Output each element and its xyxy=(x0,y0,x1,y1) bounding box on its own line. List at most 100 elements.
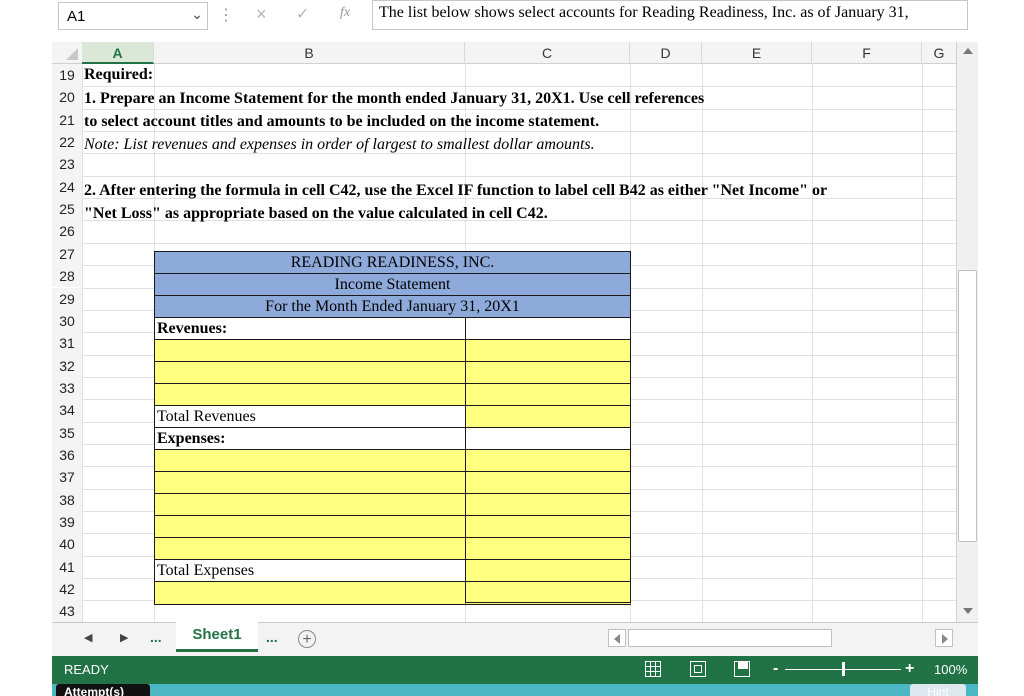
expense-amount-input[interactable] xyxy=(465,449,631,472)
expense-account-input[interactable] xyxy=(154,515,466,538)
total-revenues-input[interactable] xyxy=(465,405,631,428)
attempts-button[interactable]: Attempt(s) xyxy=(56,684,150,696)
revenue-account-input[interactable] xyxy=(154,383,466,406)
row-header[interactable]: 26 xyxy=(52,220,82,243)
expense-account-input[interactable] xyxy=(154,537,466,560)
row-header[interactable]: 32 xyxy=(52,354,82,377)
statement-period[interactable]: For the Month Ended January 31, 20X1 xyxy=(154,295,631,318)
row-header[interactable]: 34 xyxy=(52,399,82,422)
expense-account-input[interactable] xyxy=(154,493,466,516)
vertical-scroll-thumb[interactable] xyxy=(958,270,977,542)
scroll-up-icon[interactable] xyxy=(963,48,973,54)
row-header[interactable]: 40 xyxy=(52,533,82,556)
note-line: Note: List revenues and expenses in orde… xyxy=(84,136,595,153)
cancel-icon[interactable]: × xyxy=(256,4,267,25)
row-header[interactable]: 23 xyxy=(52,153,82,176)
hscroll-left-icon[interactable] xyxy=(608,629,626,647)
more-sheets-right[interactable]: ... xyxy=(266,629,278,645)
more-sheets-left[interactable]: ... xyxy=(150,629,162,645)
net-income-amount-input[interactable] xyxy=(465,581,631,605)
revenues-header-amount-cell[interactable] xyxy=(465,317,631,340)
expense-amount-input[interactable] xyxy=(465,515,631,538)
row-header[interactable]: 37 xyxy=(52,466,82,489)
name-box-value: A1 xyxy=(67,8,86,25)
revenue-amount-input[interactable] xyxy=(465,361,631,384)
column-header-a[interactable]: A xyxy=(82,42,154,64)
row-header[interactable]: 22 xyxy=(52,131,82,154)
row-header[interactable]: 42 xyxy=(52,578,82,601)
column-header-f[interactable]: F xyxy=(812,42,922,64)
ready-status: READY xyxy=(64,662,109,677)
zoom-slider-handle[interactable] xyxy=(842,662,845,676)
drag-handle-icon[interactable]: ⋮ xyxy=(218,5,234,25)
hscroll-right-icon[interactable] xyxy=(935,629,953,647)
grid-line xyxy=(82,175,956,177)
column-header-c[interactable]: C xyxy=(465,42,630,64)
expense-account-input[interactable] xyxy=(154,471,466,494)
next-sheet-icon[interactable]: ▶ xyxy=(120,631,128,644)
revenue-account-input[interactable] xyxy=(154,361,466,384)
zoom-out-icon[interactable]: - xyxy=(773,660,778,678)
enter-icon[interactable]: ✓ xyxy=(296,4,309,24)
expenses-label-cell[interactable]: Expenses: xyxy=(154,427,466,450)
expenses-header-amount-cell[interactable] xyxy=(465,427,631,450)
horizontal-scroll-thumb[interactable] xyxy=(628,629,832,647)
hint-button[interactable]: Hint xyxy=(910,684,966,696)
row-header[interactable]: 43 xyxy=(52,600,82,623)
revenue-account-input[interactable] xyxy=(154,339,466,362)
row-header[interactable]: 19 xyxy=(52,64,82,87)
expense-account-input[interactable] xyxy=(154,449,466,472)
total-expenses-label-cell[interactable]: Total Expenses xyxy=(154,559,466,582)
total-expenses-input[interactable] xyxy=(465,559,631,582)
net-income-label-input[interactable] xyxy=(154,581,466,605)
row-header[interactable]: 28 xyxy=(52,265,82,288)
row-header[interactable]: 38 xyxy=(52,488,82,511)
row-header[interactable]: 24 xyxy=(52,175,82,199)
name-box[interactable]: A1 ⌄ xyxy=(58,2,208,30)
row-header[interactable]: 27 xyxy=(52,242,82,266)
row-header[interactable]: 29 xyxy=(52,287,82,310)
scroll-down-icon[interactable] xyxy=(963,608,973,614)
row-header[interactable]: 21 xyxy=(52,108,82,132)
sheet-tab-sheet1[interactable]: Sheet1 xyxy=(176,622,258,652)
grid-line xyxy=(82,242,956,244)
zoom-in-icon[interactable]: + xyxy=(905,660,914,678)
instruction-line-1: 1. Prepare an Income Statement for the m… xyxy=(84,90,705,107)
page-layout-view-icon[interactable] xyxy=(690,661,706,677)
revenue-amount-input[interactable] xyxy=(465,339,631,362)
row-header[interactable]: 31 xyxy=(52,332,82,355)
formula-input[interactable]: The list below shows select accounts for… xyxy=(372,0,968,30)
column-header-g[interactable]: G xyxy=(922,42,956,64)
add-sheet-icon[interactable]: + xyxy=(298,630,316,648)
prev-sheet-icon[interactable]: ◀ xyxy=(84,631,92,644)
status-bar: READY - + 100% xyxy=(52,656,978,684)
row-header[interactable]: 41 xyxy=(52,555,82,579)
expense-amount-input[interactable] xyxy=(465,471,631,494)
row-header[interactable]: 33 xyxy=(52,376,82,400)
revenue-amount-input[interactable] xyxy=(465,383,631,406)
normal-view-icon[interactable] xyxy=(645,661,661,677)
statement-title[interactable]: Income Statement xyxy=(154,273,631,296)
revenues-label-cell[interactable]: Revenues: xyxy=(154,317,466,340)
zoom-level[interactable]: 100% xyxy=(934,662,967,677)
row-header[interactable]: 25 xyxy=(52,198,82,221)
select-all-corner[interactable] xyxy=(52,42,82,64)
column-header-d[interactable]: D xyxy=(630,42,702,64)
row-header[interactable]: 36 xyxy=(52,443,82,467)
expense-amount-input[interactable] xyxy=(465,537,631,560)
grid-line xyxy=(812,64,813,622)
page-break-view-icon[interactable] xyxy=(734,661,750,677)
expense-amount-input[interactable] xyxy=(465,493,631,516)
insert-function-icon[interactable]: fx xyxy=(340,5,350,21)
attempts-bar: Attempt(s) Hint xyxy=(52,684,978,696)
row-header[interactable]: 35 xyxy=(52,421,82,444)
column-header-b[interactable]: B xyxy=(154,42,465,64)
vertical-scrollbar[interactable] xyxy=(956,42,978,622)
row-header[interactable]: 30 xyxy=(52,309,82,333)
row-header[interactable]: 39 xyxy=(52,511,82,534)
total-revenues-label-cell[interactable]: Total Revenues xyxy=(154,405,466,428)
column-header-e[interactable]: E xyxy=(702,42,812,64)
row-header[interactable]: 20 xyxy=(52,86,82,109)
statement-company-name[interactable]: READING READINESS, INC. xyxy=(154,251,631,274)
chevron-down-icon[interactable]: ⌄ xyxy=(191,6,203,23)
